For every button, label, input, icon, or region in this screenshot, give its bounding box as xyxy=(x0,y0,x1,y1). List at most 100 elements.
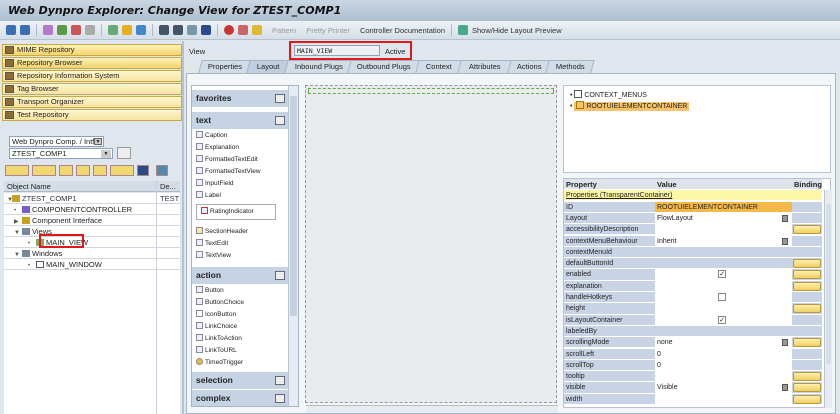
binding-button[interactable] xyxy=(793,225,821,235)
property-value[interactable] xyxy=(655,393,792,404)
display-change-icon[interactable] xyxy=(43,25,53,35)
property-value[interactable] xyxy=(655,325,792,337)
property-value[interactable]: 0 xyxy=(655,359,792,371)
tag-browser-button[interactable]: Tag Browser xyxy=(2,83,182,95)
repository-browser-button[interactable]: Repository Browser xyxy=(2,57,182,69)
property-value[interactable]: 0 xyxy=(655,348,792,359)
tab-context[interactable]: Context xyxy=(415,60,463,73)
where-used-icon[interactable] xyxy=(85,25,95,35)
property-row[interactable]: handleHotkeys xyxy=(564,292,822,304)
property-row[interactable]: enabled ✓ xyxy=(564,269,822,281)
property-row[interactable]: isLayoutContainer ✓ xyxy=(564,314,822,326)
property-row[interactable]: labeledBy xyxy=(564,325,822,338)
display-glasses-icon[interactable] xyxy=(117,147,131,159)
hierarchy-node-rootuielementcontainer[interactable]: • ROOTUIELEMENTCONTAINER xyxy=(570,101,690,111)
property-value[interactable]: ROOTUIELEMENTCONTAINER xyxy=(655,201,792,212)
property-row[interactable]: scrollTop 0 xyxy=(564,359,822,372)
property-row[interactable]: accessibilityDescription xyxy=(564,224,822,236)
palette-item-formattedtextview[interactable]: FormattedTextView xyxy=(196,167,261,177)
back-icon[interactable] xyxy=(5,165,29,176)
tree-node-main-view[interactable]: • MAIN_VIEW xyxy=(4,237,180,248)
collapse-icon[interactable] xyxy=(275,394,285,403)
tab-properties[interactable]: Properties xyxy=(198,60,252,73)
palette-group-text[interactable]: text xyxy=(192,112,288,129)
tab-actions[interactable]: Actions xyxy=(507,60,551,73)
palette-group-action[interactable]: action xyxy=(192,267,288,284)
palette-item-textedit[interactable]: TextEdit xyxy=(196,239,228,249)
palette-item-timedtrigger[interactable]: TimedTrigger xyxy=(196,358,243,368)
navigate-icon[interactable] xyxy=(136,25,146,35)
palette-scrollbar[interactable] xyxy=(288,86,298,406)
property-row[interactable]: explanation xyxy=(564,280,822,292)
back-icon[interactable] xyxy=(6,25,16,35)
help-info-icon[interactable] xyxy=(201,25,211,35)
tree-icon[interactable] xyxy=(159,25,169,35)
binding-button[interactable] xyxy=(793,394,821,404)
pattern-button[interactable]: Pattern xyxy=(272,26,296,35)
binding-button[interactable] xyxy=(793,259,821,269)
palette-item-linkchoice[interactable]: LinkChoice xyxy=(196,322,237,332)
tree-node-windows[interactable]: ▼ Windows xyxy=(4,248,180,259)
chevron-down-icon[interactable]: ▼ xyxy=(101,150,111,158)
pretty-printer-button[interactable]: Pretty Printer xyxy=(306,26,350,35)
tab-inbound-plugs[interactable]: Inbound Plugs xyxy=(284,60,353,73)
palette-item-iconbutton[interactable]: IconButton xyxy=(196,310,236,320)
property-row[interactable]: ID ROOTUIELEMENTCONTAINER xyxy=(564,201,822,213)
property-row[interactable]: tooltip xyxy=(564,371,822,383)
collapse-icon[interactable] xyxy=(275,271,285,280)
tab-attributes[interactable]: Attributes xyxy=(457,60,513,73)
palette-item-linktourl[interactable]: LinkToURL xyxy=(196,346,237,356)
property-value[interactable] xyxy=(655,371,792,382)
property-value[interactable] xyxy=(655,258,792,269)
palette-item-caption[interactable]: Caption xyxy=(196,131,227,141)
property-row[interactable]: contextMenuBehaviour Inherit xyxy=(564,235,822,247)
palette-item-textview[interactable]: TextView xyxy=(196,251,231,261)
collapse-icon[interactable] xyxy=(275,116,285,125)
property-value[interactable]: Visible xyxy=(655,382,792,393)
layout-icon[interactable] xyxy=(173,25,183,35)
palette-item-button[interactable]: Button xyxy=(196,286,224,296)
property-value[interactable]: FlowLayout xyxy=(655,212,792,224)
layout-canvas[interactable] xyxy=(305,85,558,413)
property-value[interactable] xyxy=(655,224,792,235)
repository-information-system-button[interactable]: Repository Information System xyxy=(2,70,182,82)
value-help-icon[interactable] xyxy=(782,384,788,392)
property-value[interactable]: ✓ xyxy=(655,269,792,280)
checkbox[interactable] xyxy=(718,293,726,301)
tree-node-componentcontroller[interactable]: • COMPONENTCONTROLLER xyxy=(4,204,180,215)
tab-layout[interactable]: Layout xyxy=(246,60,290,73)
property-row[interactable]: scrollingMode none xyxy=(564,337,822,349)
info-icon[interactable] xyxy=(122,25,132,35)
palette-item-inputfield[interactable]: InputField xyxy=(196,179,234,189)
property-value[interactable] xyxy=(655,246,792,258)
expand-icon[interactable] xyxy=(76,165,90,176)
description-column-header[interactable]: De... xyxy=(156,181,176,192)
binding-button[interactable] xyxy=(793,304,821,314)
tree-node-views[interactable]: ▼ Views xyxy=(4,226,180,237)
value-help-icon[interactable] xyxy=(782,214,788,222)
test-icon[interactable] xyxy=(224,25,234,35)
activate-icon[interactable] xyxy=(57,25,67,35)
property-row[interactable]: Layout FlowLayout xyxy=(564,212,822,225)
checkbox[interactable]: ✓ xyxy=(718,315,726,324)
palette-item-linktoaction[interactable]: LinkToAction xyxy=(196,334,242,344)
hierarchy-icon[interactable] xyxy=(108,25,118,35)
property-value[interactable]: ✓ xyxy=(655,314,792,325)
property-value[interactable] xyxy=(655,303,792,314)
property-row[interactable]: contextMenuId xyxy=(564,246,822,259)
mime-repository-button[interactable]: MIME Repository xyxy=(2,44,182,56)
palette-item-explanation[interactable]: Explanation xyxy=(196,143,239,153)
palette-item-buttonchoice[interactable]: ButtonChoice xyxy=(196,298,244,308)
palette-item-sectionheader[interactable]: SectionHeader xyxy=(196,227,248,237)
properties-scrollbar[interactable] xyxy=(824,190,832,408)
forward-icon[interactable] xyxy=(32,165,56,176)
value-help-icon[interactable] xyxy=(782,237,788,245)
settings-icon[interactable] xyxy=(238,25,248,35)
hierarchy-node-context-menus[interactable]: • CONTEXT_MENUS xyxy=(570,90,647,99)
root-container-outline[interactable] xyxy=(308,88,554,94)
controller-documentation-button[interactable]: Controller Documentation xyxy=(360,26,445,35)
palette-group-complex[interactable]: complex xyxy=(192,390,288,406)
palette-item-label[interactable]: Label xyxy=(196,191,221,201)
object-list-icon[interactable] xyxy=(110,165,134,176)
property-row[interactable]: width xyxy=(564,393,822,405)
